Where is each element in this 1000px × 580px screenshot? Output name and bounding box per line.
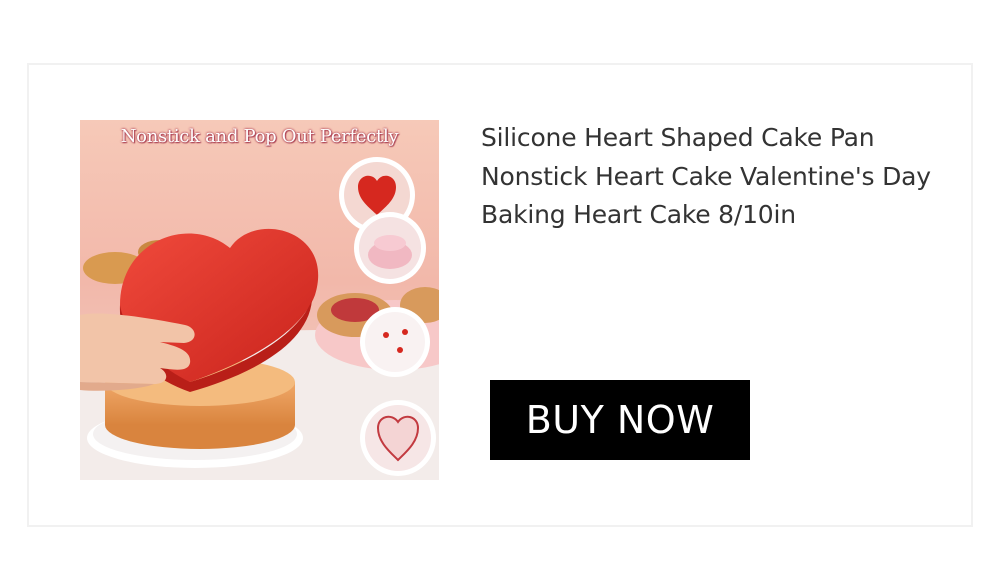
product-image[interactable]: Nonstick and Pop Out Perfectly xyxy=(80,120,439,480)
image-banner-text: Nonstick and Pop Out Perfectly xyxy=(120,126,399,147)
buy-now-button[interactable]: BUY NOW xyxy=(490,380,750,460)
product-title[interactable]: Silicone Heart Shaped Cake Pan Nonstick … xyxy=(481,119,941,235)
product-photo xyxy=(80,120,439,480)
